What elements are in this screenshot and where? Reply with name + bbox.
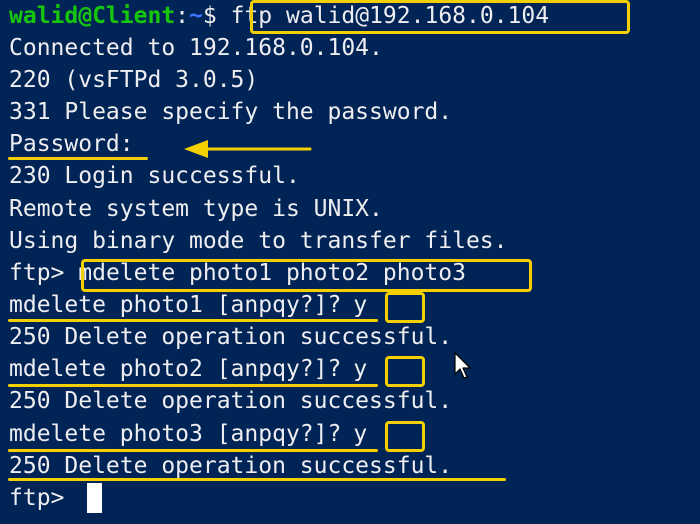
highlight-box-ftp-command (250, 0, 630, 34)
confirm-answer: y (353, 356, 368, 382)
prompt-dollar: $ (202, 3, 217, 29)
mdelete-confirm-photo1: mdelete photo1 [anpqy?]? y (9, 289, 367, 321)
text-cursor (87, 483, 102, 513)
confirm-answer: y (353, 292, 368, 318)
prompt-separator: : (175, 3, 190, 29)
underline-confirm-3 (8, 449, 378, 452)
prompt-user-host: walid@Client (9, 3, 176, 29)
arrow-left-icon (184, 140, 312, 158)
ftp-prompt: ftp> (9, 260, 65, 286)
confirm-question: mdelete photo1 [anpqy?]? (9, 292, 342, 318)
highlight-box-answer-3 (385, 421, 425, 452)
underline-password (8, 157, 148, 160)
terminal-window[interactable]: walid@Client:~$ ftp walid@192.168.0.104 … (0, 0, 700, 524)
output-230-login-success: 230 Login successful. (9, 163, 300, 189)
confirm-question: mdelete photo2 [anpqy?]? (9, 356, 342, 382)
delete-result-photo2: 250 Delete operation successful. (9, 388, 453, 414)
final-ftp-prompt-line: ftp> (9, 482, 64, 514)
mdelete-confirm-photo3: mdelete photo3 [anpqy?]? y (9, 418, 367, 450)
mdelete-confirm-photo2: mdelete photo2 [anpqy?]? y (9, 353, 367, 385)
confirm-question: mdelete photo3 [anpqy?]? (9, 421, 342, 447)
highlight-box-answer-2 (385, 356, 425, 387)
output-connected: Connected to 192.168.0.104. (9, 35, 383, 61)
underline-confirm-2 (8, 384, 378, 387)
highlight-box-answer-1 (385, 292, 425, 323)
output-binary-mode: Using binary mode to transfer files. (9, 228, 508, 254)
confirm-answer: y (353, 421, 368, 447)
output-remote-system-type: Remote system type is UNIX. (9, 196, 383, 222)
mouse-pointer-icon (454, 352, 471, 379)
output-331-password-request: 331 Please specify the password. (9, 99, 453, 125)
underline-final-result (8, 478, 506, 481)
final-ftp-prompt: ftp> (9, 485, 65, 511)
underline-confirm-1 (8, 319, 378, 322)
password-prompt: Password: (9, 131, 134, 157)
highlight-box-mdelete-command (81, 259, 532, 292)
prompt-path: ~ (189, 3, 203, 29)
delete-result-photo1: 250 Delete operation successful. (9, 324, 453, 350)
output-220-banner: 220 (vsFTPd 3.0.5) (9, 67, 259, 93)
